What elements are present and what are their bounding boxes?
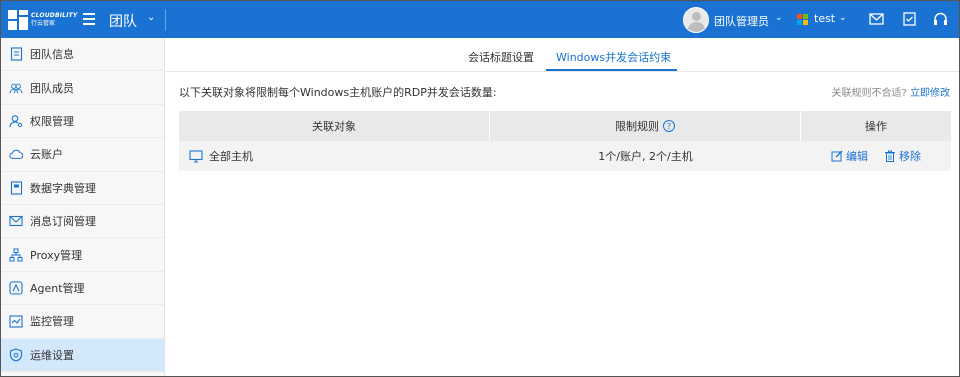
column-header-rule-label: 限制规则	[615, 120, 659, 133]
avatar[interactable]	[683, 7, 709, 33]
mail-icon[interactable]	[869, 12, 884, 26]
document-icon	[9, 47, 23, 61]
row-rule-cell: 1个/账户, 2个/主机	[598, 150, 693, 163]
column-header-target: 关联对象	[179, 111, 490, 141]
shield-gear-icon	[9, 348, 23, 362]
sidebar-item-label: 监控管理	[30, 315, 74, 329]
help-icon[interactable]: ?	[663, 120, 675, 132]
brand-name-en: CLOUDBILITY	[31, 12, 78, 19]
sidebar-item-label: 消息订阅管理	[30, 215, 96, 229]
row-target-text: 全部主机	[209, 150, 253, 163]
top-bar: CLOUDBILITY 行云管家 团队 ⌄ 团队管理员 ⌄ test ⌄	[1, 1, 959, 38]
table-row: 全部主机 1个/账户, 2个/主机 编辑 移除	[179, 141, 951, 171]
sidebar-item-label: 数据字典管理	[30, 181, 96, 195]
sidebar-item-message-subscription[interactable]: 消息订阅管理	[1, 205, 164, 239]
remove-button[interactable]: 移除	[884, 148, 921, 164]
remove-label: 移除	[899, 150, 921, 163]
sidebar-item-monitoring[interactable]: 监控管理	[1, 305, 164, 339]
chevron-down-icon[interactable]: ⌄	[147, 12, 155, 23]
mail-icon	[9, 214, 23, 228]
edit-button[interactable]: 编辑	[831, 148, 868, 164]
tenant-logo-icon	[797, 14, 808, 25]
sidebar-item-label: Agent管理	[30, 281, 85, 295]
tab-windows-concurrent-sessions[interactable]: Windows并发会话约束	[556, 49, 671, 65]
tenant-name[interactable]: test	[814, 12, 835, 25]
brand-logo-icon	[8, 10, 28, 30]
tab-bar: 会话标题设置 Windows并发会话约束	[166, 38, 959, 72]
brand-logo[interactable]: CLOUDBILITY 行云管家	[8, 9, 78, 31]
sidebar-item-label: 团队成员	[30, 81, 74, 95]
sidebar-item-cloud-account[interactable]: 云账户	[1, 138, 164, 172]
chevron-down-icon[interactable]: ⌄	[839, 13, 847, 23]
main-content: 会话标题设置 Windows并发会话约束 以下关联对象将限制每个Windows主…	[166, 38, 959, 376]
checklist-icon[interactable]	[902, 12, 917, 26]
chevron-down-icon[interactable]: ⌄	[775, 13, 783, 23]
menu-toggle-icon[interactable]	[83, 13, 95, 25]
sidebar-item-label: 权限管理	[30, 114, 74, 128]
sidebar-item-label: 云账户	[30, 148, 63, 162]
active-tab-indicator	[546, 69, 677, 71]
sidebar-item-label: 运维设置	[30, 348, 74, 362]
dictionary-icon	[9, 181, 23, 195]
sidebar-item-dictionary[interactable]: 数据字典管理	[1, 172, 164, 205]
users-icon	[9, 81, 23, 95]
headset-icon[interactable]	[933, 12, 948, 26]
cloud-icon	[9, 147, 23, 161]
modify-now-link[interactable]: 立即修改	[910, 88, 950, 99]
monitor-chart-icon	[9, 314, 23, 328]
network-icon	[9, 248, 23, 262]
sidebar-item-team-members[interactable]: 团队成员	[1, 71, 164, 105]
description-text: 以下关联对象将限制每个Windows主机账户的RDP并发会话数量:	[179, 86, 497, 99]
table-header: 关联对象 限制规则 ? 操作	[179, 111, 951, 141]
constraint-table: 关联对象 限制规则 ? 操作 全部主机 1个/账户, 2个/主机 编辑 移除	[179, 111, 951, 171]
sidebar-item-label: 团队信息	[30, 48, 74, 62]
brand-name-cn: 行云管家	[31, 20, 56, 27]
sidebar-item-agent[interactable]: Agent管理	[1, 272, 164, 306]
team-title[interactable]: 团队	[109, 11, 137, 31]
app-window: CLOUDBILITY 行云管家 团队 ⌄ 团队管理员 ⌄ test ⌄ 团队信…	[0, 0, 960, 377]
row-actions-cell: 编辑 移除	[801, 141, 951, 171]
user-name[interactable]: 团队管理员	[714, 13, 769, 29]
row-target-cell: 全部主机	[179, 141, 490, 171]
column-header-actions: 操作	[865, 120, 887, 133]
sidebar-item-team-info[interactable]: 团队信息	[1, 38, 164, 72]
divider	[165, 9, 166, 31]
tab-session-title-settings[interactable]: 会话标题设置	[468, 49, 534, 65]
edit-label: 编辑	[846, 150, 868, 163]
sidebar: 团队信息 团队成员 权限管理 云账户 数据字典管理 消息订阅管理 Proxy管理	[1, 38, 165, 376]
hint-text: 关联规则不合适?	[831, 88, 907, 99]
monitor-icon	[189, 149, 203, 163]
sidebar-item-proxy[interactable]: Proxy管理	[1, 238, 164, 272]
sidebar-item-permissions[interactable]: 权限管理	[1, 105, 164, 139]
column-header-rule: 限制规则 ?	[490, 111, 801, 141]
user-key-icon	[9, 114, 23, 128]
sidebar-item-label: Proxy管理	[30, 248, 83, 262]
agent-icon	[9, 281, 23, 295]
trash-icon	[884, 150, 899, 162]
sidebar-item-ops-settings[interactable]: 运维设置	[1, 338, 164, 372]
hint: 关联规则不合适? 立即修改	[832, 84, 951, 99]
edit-icon	[831, 150, 846, 162]
